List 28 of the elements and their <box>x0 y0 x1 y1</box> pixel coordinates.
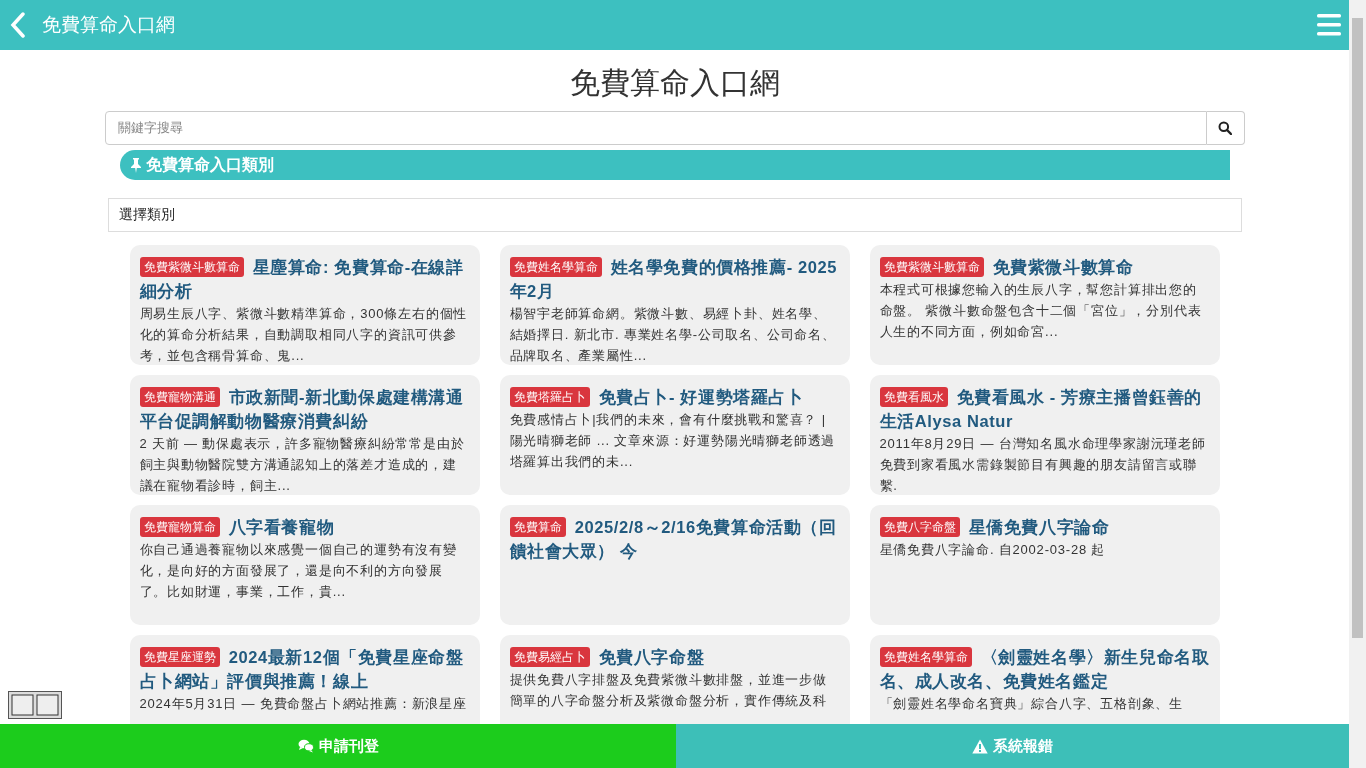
scrollbar-thumb[interactable] <box>1352 18 1363 638</box>
scrollbar[interactable] <box>1349 0 1366 768</box>
article-summary: 你自己通過養寵物以來感覺一個自己的運勢有沒有變化，是向好的方面發展了，還是向不利的方向發展了。比如財運，事業，工作，貴... <box>139 540 458 601</box>
menu-button[interactable] <box>1317 14 1341 36</box>
back-icon <box>10 12 26 38</box>
chat-icon <box>297 739 314 753</box>
pin-icon <box>129 156 142 173</box>
article-summary: 2024年5月31日 — 免費命盤占卜網站推薦：新浪星座 <box>139 694 468 713</box>
article-summary: 免費感情占卜|我們的未來，會有什麼挑戰和驚喜？ | 陽光晴獅老師 ... 文章來源：好運勢陽光晴獅老師透過塔羅算出我們的未... <box>509 410 837 471</box>
menu-icon <box>1317 14 1341 36</box>
article-summary: 楊智宇老師算命網。紫微斗數、易經卜卦、姓名學、結婚擇日. 新北市. 專業姓名學-公司取名、公司命名、品牌取名、產業屬性... <box>509 304 837 365</box>
section-title: 免費算命入口類別 <box>145 154 274 175</box>
warning-icon <box>972 738 988 754</box>
article-summary: 「劍靈姓名學命名寶典」綜合八字、五格剖象、生 <box>879 694 1185 713</box>
widget-icon[interactable] <box>8 691 62 719</box>
article-summary: 2011年8月29日 — 台灣知名風水命理學家謝沅瑾老師免費到家看風水需錄製節目有興趣的朋友請留言或聯繫. <box>879 434 1207 495</box>
page-heading: 免費算命入口網 <box>568 66 781 101</box>
back-button[interactable] <box>10 12 26 38</box>
article-summary: 提供免費八字排盤及免費紫微斗數排盤，並進一步做簡單的八字命盤分析及紫微命盤分析，實作傳統及科 <box>509 670 828 710</box>
category-select[interactable]: 選擇類別 <box>107 197 1242 232</box>
article-summary: 2 天前 — 動保處表示，許多寵物醫療糾紛常常是由於飼主與動物醫院雙方溝通認知上的落差才造成的，建議在寵物看診時，飼主... <box>139 434 466 495</box>
search-button[interactable] <box>1206 110 1245 145</box>
article-summary: 本程式可根據您輸入的生辰八字，幫您計算排出您的命盤。 紫微斗數命盤包含十二個「宮位」，分別代表人生的不同方面，例如命宮... <box>879 280 1203 341</box>
article-summary: 星僑免費八字論命. 自2002-03-28 起 <box>879 540 1107 559</box>
site-title: 免費算命入口網 <box>42 12 175 37</box>
search-field[interactable]: 關鍵字搜尋 <box>104 110 1207 145</box>
search-icon <box>1218 120 1232 135</box>
article-summary: 周易生辰八字、紫微斗數精準算命，300條左右的個性化的算命分析結果，自動調取相同八字的資訊可供參考，並包含稱骨算命、鬼... <box>139 304 469 365</box>
